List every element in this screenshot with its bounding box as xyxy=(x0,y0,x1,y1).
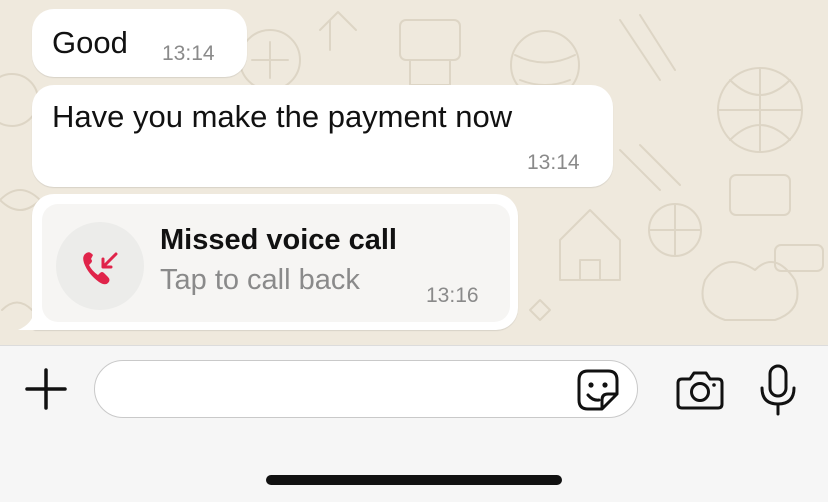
message-timestamp: 13:14 xyxy=(527,151,580,174)
message-bubble[interactable]: Good 13:14 xyxy=(32,9,247,77)
chat-area: Good 13:14 Have you make the payment now… xyxy=(0,0,828,345)
missed-call-card[interactable]: Missed voice call Tap to call back 13:16 xyxy=(42,204,510,322)
call-back-label[interactable]: Tap to call back xyxy=(160,264,360,297)
message-text: Good xyxy=(52,25,128,60)
camera-icon xyxy=(676,371,724,410)
missed-call-timestamp: 13:16 xyxy=(426,284,479,307)
message-text: Have you make the payment now xyxy=(52,99,513,134)
sticker-button[interactable] xyxy=(576,368,620,412)
sticker-icon xyxy=(577,369,619,411)
plus-icon xyxy=(25,368,67,410)
attach-button[interactable] xyxy=(24,367,68,411)
camera-button[interactable] xyxy=(676,370,724,410)
message-input-bar xyxy=(0,345,828,502)
message-input[interactable] xyxy=(94,360,638,418)
message-bubble[interactable]: Have you make the payment now 13:14 xyxy=(32,85,613,187)
missed-call-icon xyxy=(83,252,118,285)
missed-call-icon-badge xyxy=(56,222,144,310)
microphone-icon xyxy=(760,364,796,416)
voice-record-button[interactable] xyxy=(758,364,798,416)
bubble-tail xyxy=(18,312,48,330)
message-timestamp: 13:14 xyxy=(162,42,215,65)
missed-call-title: Missed voice call xyxy=(160,224,397,256)
home-indicator[interactable] xyxy=(266,475,562,485)
